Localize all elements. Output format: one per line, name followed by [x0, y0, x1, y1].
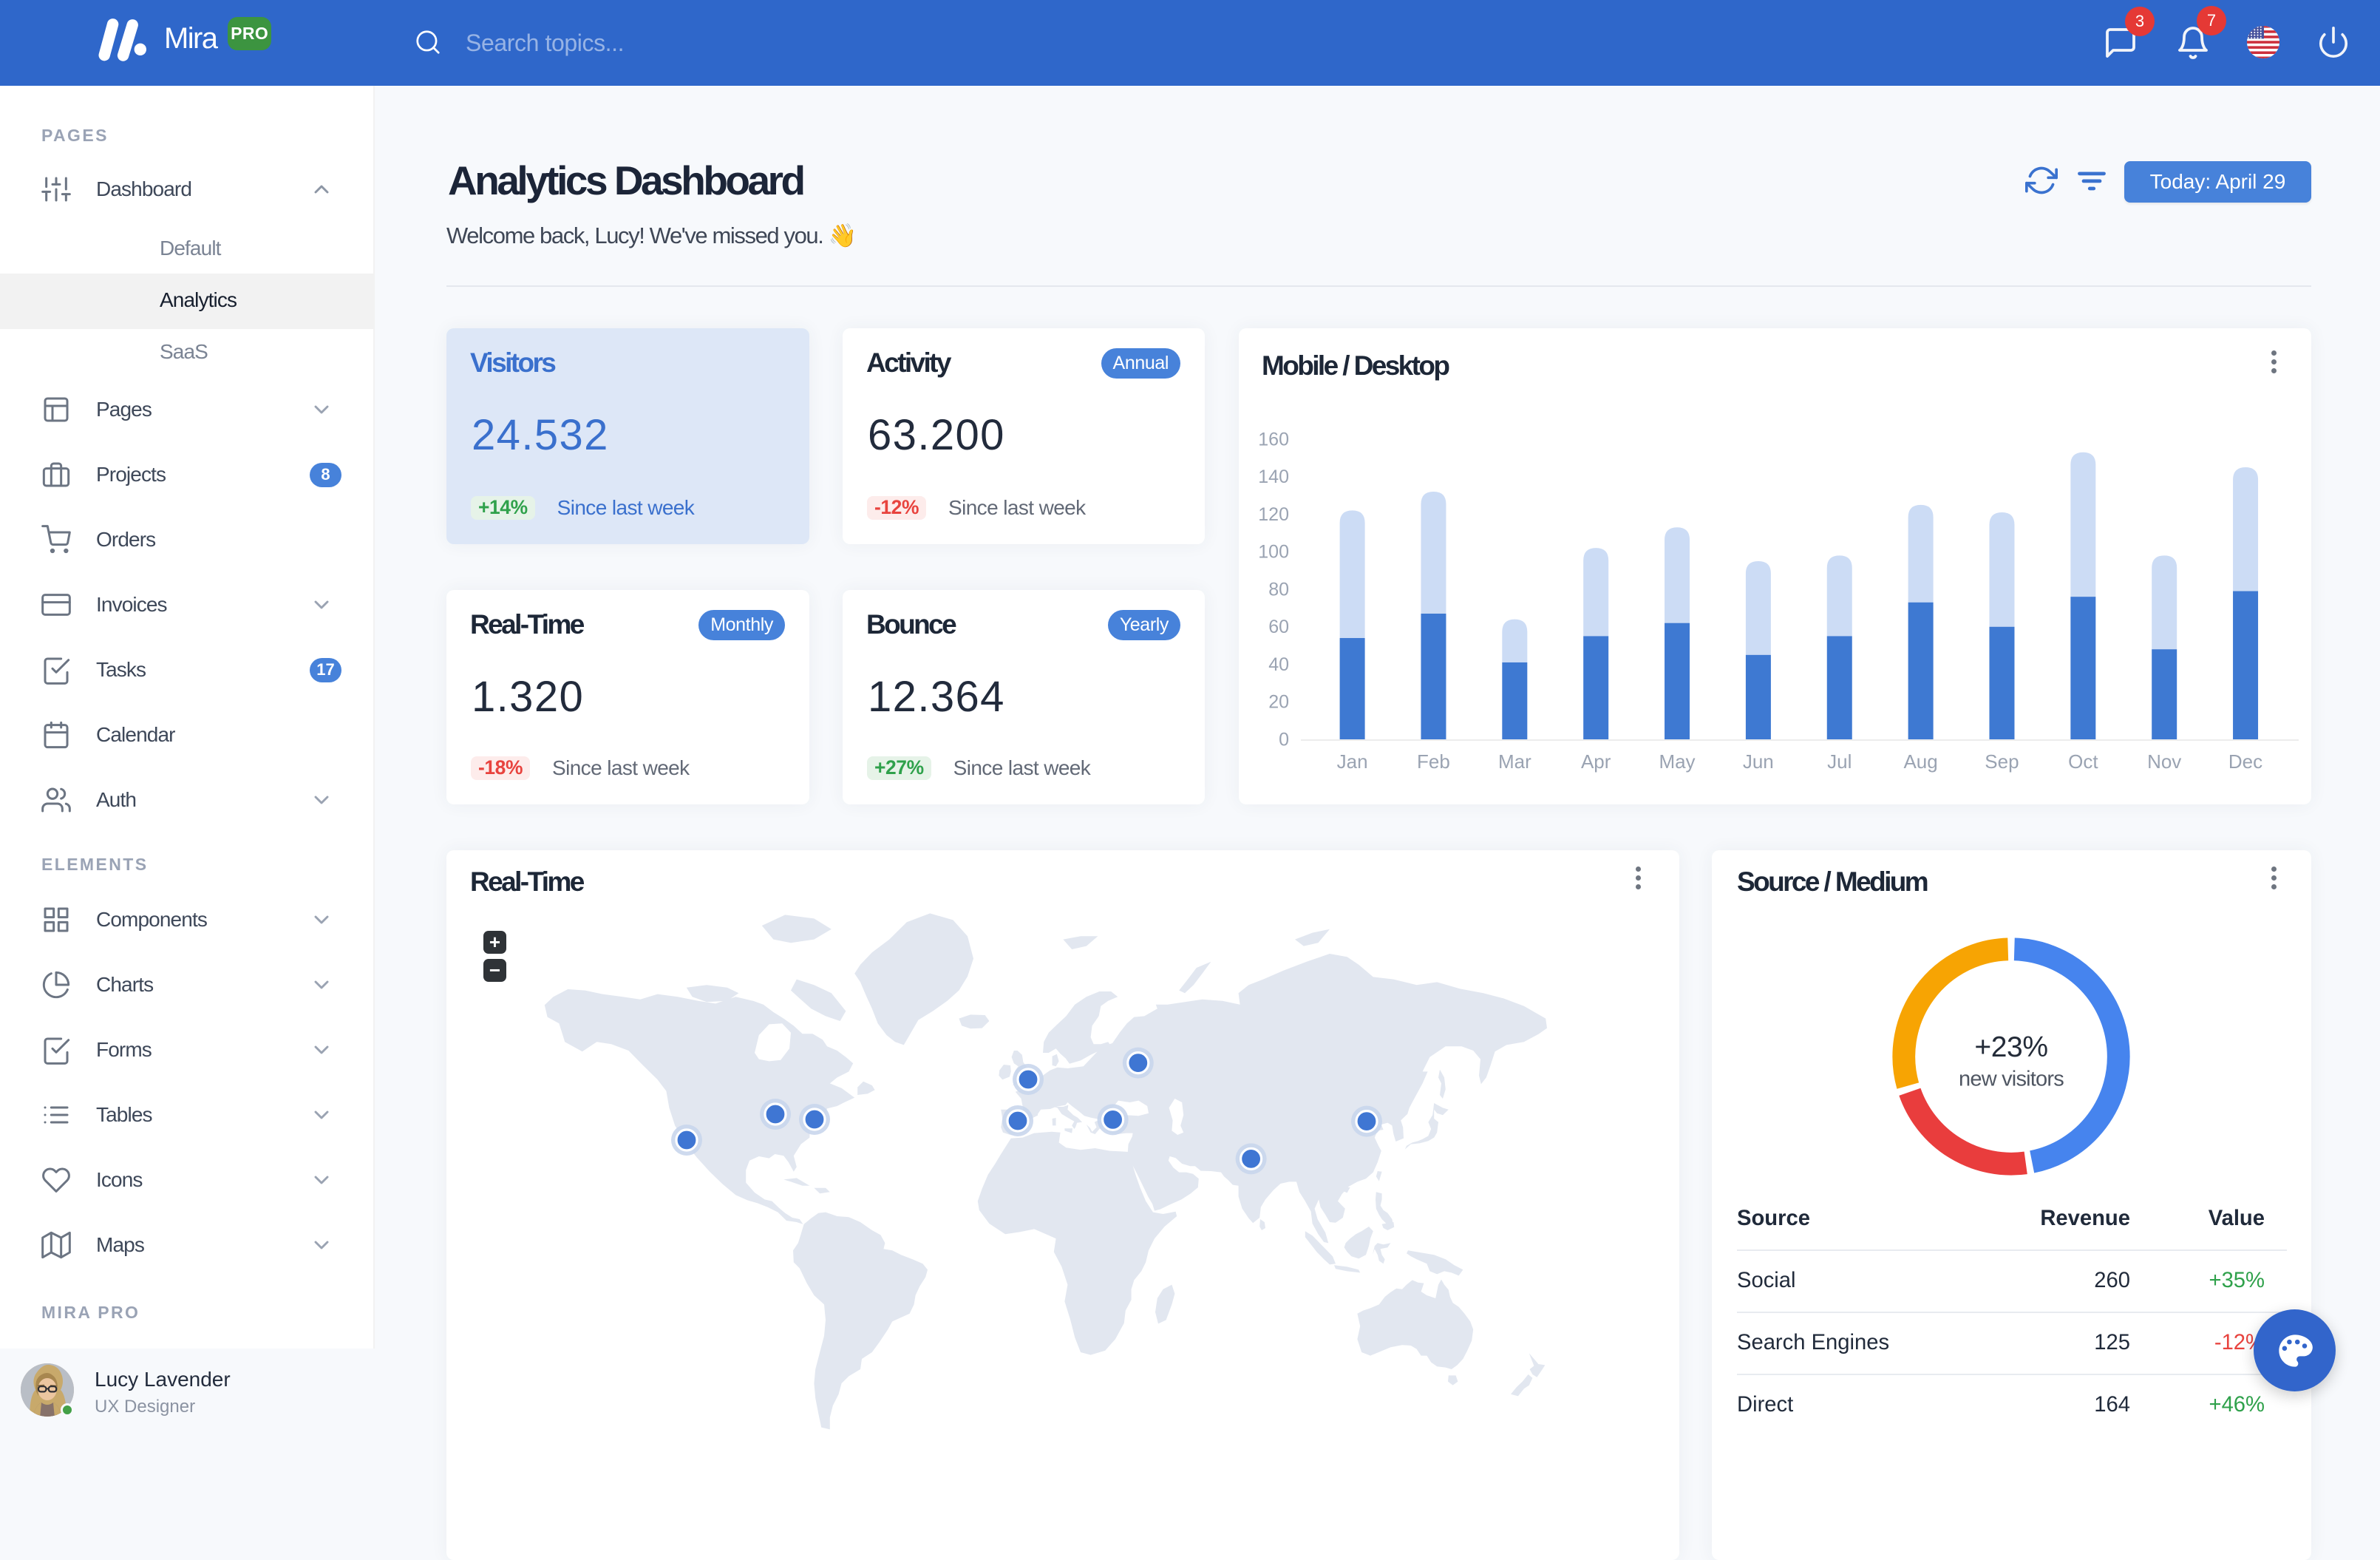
svg-text:Jan: Jan [1337, 750, 1368, 773]
svg-text:Dec: Dec [2228, 750, 2262, 773]
svg-text:Apr: Apr [1581, 750, 1611, 773]
svg-text:Sep: Sep [1985, 750, 2019, 773]
svg-text:Aug: Aug [1903, 750, 1937, 773]
svg-text:0: 0 [1279, 729, 1289, 750]
svg-text:Oct: Oct [2068, 750, 2098, 773]
svg-text:Feb: Feb [1417, 750, 1450, 773]
svg-text:60: 60 [1268, 617, 1289, 637]
svg-text:20: 20 [1268, 692, 1289, 713]
svg-text:Nov: Nov [2147, 750, 2181, 773]
svg-text:Jul: Jul [1827, 750, 1852, 773]
svg-text:160: 160 [1258, 429, 1289, 450]
svg-text:May: May [1659, 750, 1695, 773]
svg-text:Mar: Mar [1498, 750, 1531, 773]
svg-text:120: 120 [1258, 504, 1289, 525]
svg-text:new visitors: new visitors [1959, 1068, 2064, 1091]
svg-text:Jun: Jun [1743, 750, 1774, 773]
svg-text:40: 40 [1268, 654, 1289, 675]
svg-text:80: 80 [1268, 579, 1289, 600]
svg-text:100: 100 [1258, 542, 1289, 563]
svg-text:140: 140 [1258, 467, 1289, 487]
svg-text:+23%: +23% [1974, 1031, 2047, 1063]
